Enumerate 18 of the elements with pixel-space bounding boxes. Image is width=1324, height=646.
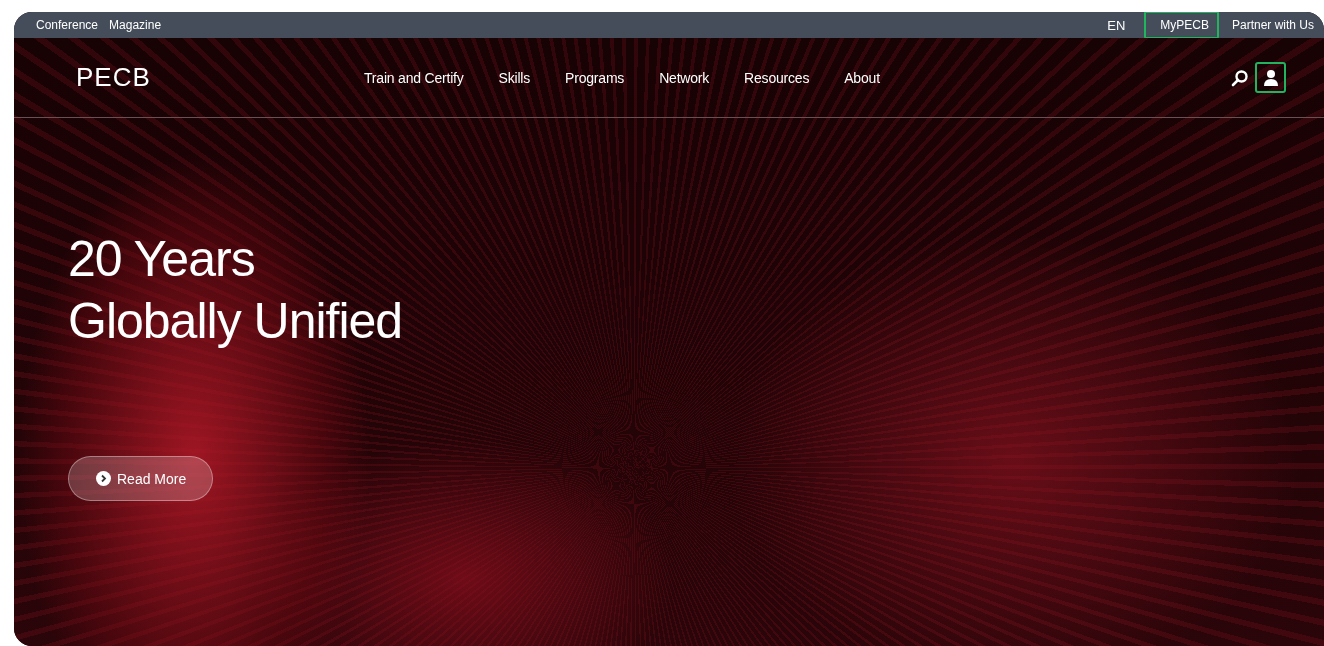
top-link[interactable]: Conference xyxy=(34,16,101,34)
user-icon xyxy=(1262,68,1279,87)
nav-link[interactable]: Skills xyxy=(498,69,531,86)
nav-link[interactable]: Resources xyxy=(744,69,810,86)
nav-link[interactable]: Train and Certify xyxy=(364,69,464,86)
user-button[interactable] xyxy=(1255,62,1286,93)
language-link[interactable]: EN xyxy=(1101,12,1132,40)
search-icon[interactable] xyxy=(1231,68,1249,87)
chevron-circle-icon xyxy=(96,471,111,486)
nav-link[interactable]: About xyxy=(844,69,880,86)
top-link[interactable]: MyPECB xyxy=(1144,12,1219,39)
nav-link[interactable]: Network xyxy=(659,69,710,86)
logo[interactable]: PECB xyxy=(76,62,204,93)
nav-link[interactable]: Programs xyxy=(565,69,625,86)
top-link[interactable]: Magazine xyxy=(107,16,164,34)
hero-title: 20 Years Globally Unified xyxy=(68,230,404,351)
read-more-button[interactable]: Read More xyxy=(68,456,214,501)
top-link[interactable]: Partner with Us xyxy=(1225,12,1320,39)
